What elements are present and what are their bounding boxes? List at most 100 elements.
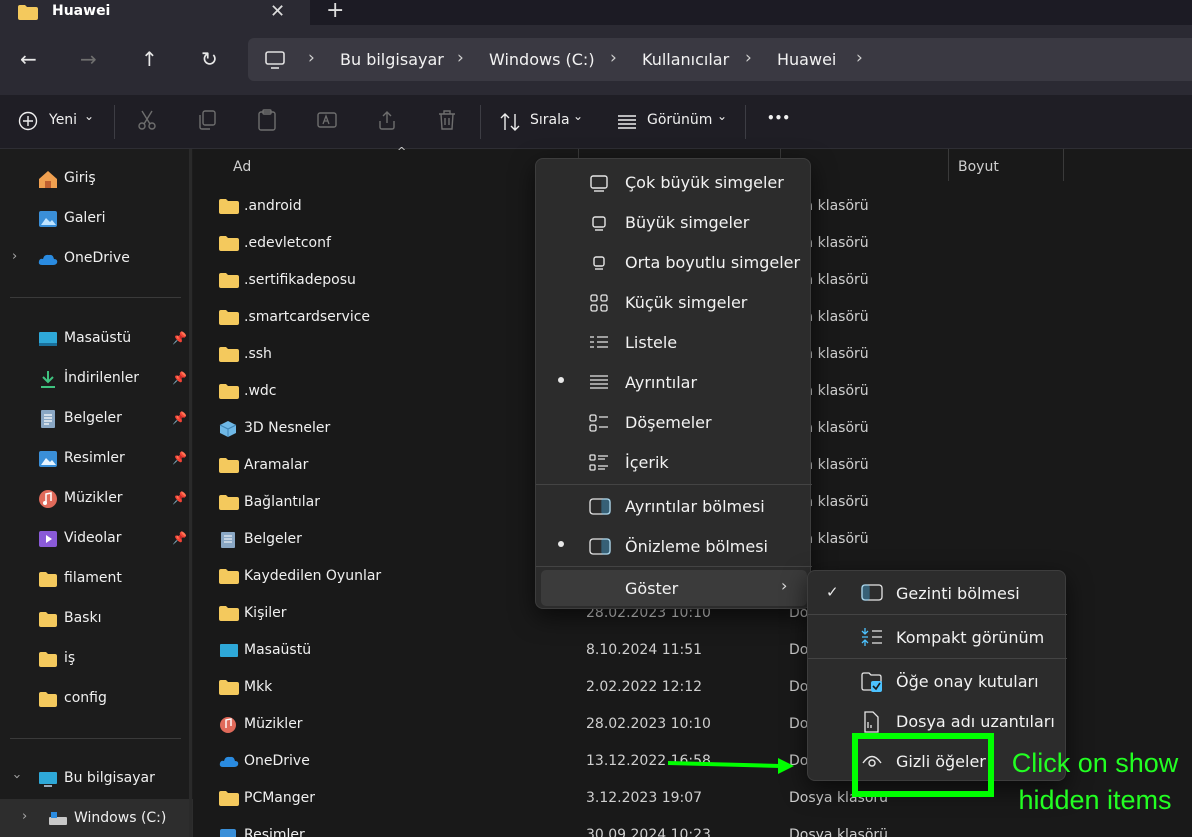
sidebar-item-config[interactable]: config (0, 679, 193, 719)
menu-item-content[interactable]: İçerik (536, 442, 812, 482)
column-separator[interactable] (1063, 149, 1064, 181)
file-date: 8.10.2024 11:51 (586, 642, 703, 658)
medium-icons-icon (593, 256, 605, 270)
pin-icon[interactable]: 📌 (172, 331, 187, 345)
document-icon (219, 531, 237, 553)
sidebar-item-music[interactable]: Müzikler 📌 (0, 479, 193, 519)
view-button[interactable]: Görünüm (647, 112, 712, 128)
menu-item-show[interactable]: Göster › (541, 570, 807, 606)
sidebar-item-filament[interactable]: filament (0, 559, 193, 599)
pin-icon[interactable]: 📌 (172, 531, 187, 545)
file-name: Kaydedilen Oyunlar (244, 568, 382, 584)
up-button[interactable]: ↑ (141, 47, 158, 71)
menu-item-label: Küçük simgeler (625, 293, 748, 312)
menu-item-preview-pane[interactable]: Önizleme bölmesi (536, 526, 812, 566)
submenu-item-item-checkboxes[interactable]: Öğe onay kutuları (808, 661, 1067, 701)
new-tab-button[interactable]: + (326, 0, 344, 23)
annotation-text: Click on show hidden items (998, 745, 1192, 819)
column-header-name[interactable]: Ad (233, 159, 251, 175)
menu-separator (808, 614, 1067, 615)
sidebar-item-documents[interactable]: Belgeler 📌 (0, 399, 193, 439)
menu-item-details-pane[interactable]: Ayrıntılar bölmesi (536, 486, 812, 526)
chevron-down-icon[interactable]: ⌄ (84, 109, 94, 123)
submenu-item-navigation-pane[interactable]: ✓ Gezinti bölmesi (808, 573, 1067, 613)
refresh-button[interactable]: ↻ (201, 47, 218, 71)
sidebar-item-windows-c[interactable]: › Windows (C:) (0, 799, 193, 837)
delete-icon[interactable] (437, 109, 457, 131)
sort-button[interactable]: Sırala (530, 112, 570, 128)
menu-item-label: Büyük simgeler (625, 213, 750, 232)
drive-icon (49, 812, 67, 825)
sidebar-item-pictures[interactable]: Resimler 📌 (0, 439, 193, 479)
close-tab-icon[interactable]: ✕ (270, 1, 285, 22)
menu-item-label: Ayrıntılar (625, 373, 698, 392)
sidebar-item-downloads[interactable]: İndirilenler 📌 (0, 359, 193, 399)
breadcrumb-huawei[interactable]: Huawei (777, 50, 836, 69)
pin-icon[interactable]: 📌 (172, 411, 187, 425)
menu-item-large-icons[interactable]: Büyük simgeler (536, 202, 812, 242)
chevron-right-icon[interactable]: › (610, 48, 617, 68)
sidebar-item-this-pc[interactable]: › Bu bilgisayar (0, 759, 193, 799)
chevron-right-icon[interactable]: › (22, 809, 27, 824)
chevron-down-icon[interactable]: › (9, 774, 24, 779)
chevron-right-icon[interactable]: › (308, 48, 315, 68)
chevron-right-icon[interactable]: › (856, 48, 863, 68)
annotation-line-1: Click on show (1011, 748, 1179, 778)
back-button[interactable]: ← (20, 47, 37, 71)
sidebar-item-videos[interactable]: Videolar 📌 (0, 519, 193, 559)
sidebar-item-is[interactable]: iş (0, 639, 193, 679)
pin-icon[interactable]: 📌 (172, 371, 187, 385)
tab-huawei[interactable]: Huawei ✕ (0, 0, 310, 25)
file-name: Aramalar (244, 457, 309, 473)
sidebar-item-baski[interactable]: Baskı (0, 599, 193, 639)
details-icon (590, 375, 608, 389)
share-icon[interactable] (377, 109, 397, 131)
sidebar-scrollbar[interactable] (189, 149, 192, 837)
column-separator[interactable] (948, 149, 949, 181)
sidebar-item-label: Bu bilgisayar (64, 770, 155, 786)
menu-item-label: Listele (625, 333, 678, 352)
sidebar-item-gallery[interactable]: Galeri (0, 199, 193, 239)
menu-item-medium-icons[interactable]: Orta boyutlu simgeler (536, 242, 812, 282)
sidebar-item-label: Resimler (64, 450, 125, 466)
file-date: 28.02.2023 10:10 (586, 716, 711, 732)
pin-icon[interactable]: 📌 (172, 491, 187, 505)
file-row[interactable]: Resimler 30.09.2024 10:23 Dosya klasörü (193, 817, 1192, 837)
menu-item-tiles[interactable]: Döşemeler (536, 402, 812, 442)
menu-item-details[interactable]: Ayrıntılar (536, 362, 812, 402)
submenu-item-compact-view[interactable]: Kompakt görünüm (808, 617, 1067, 657)
rename-icon[interactable] (317, 109, 337, 131)
chevron-down-icon[interactable]: ⌄ (573, 109, 583, 123)
address-bar[interactable]: › Bu bilgisayar › Windows (C:) › Kullanı… (248, 38, 1192, 81)
menu-item-small-icons[interactable]: Küçük simgeler (536, 282, 812, 322)
sidebar-item-desktop[interactable]: Masaüstü 📌 (0, 319, 193, 359)
cut-icon[interactable] (137, 109, 157, 131)
new-button[interactable]: Yeni (49, 112, 77, 128)
pin-icon[interactable]: 📌 (172, 451, 187, 465)
menu-item-list[interactable]: Listele (536, 322, 812, 362)
folder-icon (219, 679, 239, 699)
menu-item-extra-large-icons[interactable]: Çok büyük simgeler (536, 162, 812, 202)
sidebar-item-home[interactable]: Giriş (0, 159, 193, 199)
home-icon (39, 171, 57, 188)
menu-item-label: Orta boyutlu simgeler (625, 253, 801, 272)
file-name: .ssh (244, 346, 272, 362)
breadcrumb-users[interactable]: Kullanıcılar (642, 50, 729, 69)
selected-indicator (558, 377, 564, 383)
chevron-down-icon[interactable]: ⌄ (717, 109, 727, 123)
more-options-button[interactable]: ••• (767, 111, 790, 125)
command-bar: Yeni ⌄ Sırala ⌄ Görünüm ⌄ ••• (0, 95, 1192, 149)
chevron-right-icon[interactable]: › (745, 48, 752, 68)
folder-icon (219, 790, 239, 810)
copy-icon[interactable] (197, 109, 217, 131)
sidebar-item-onedrive[interactable]: › OneDrive (0, 239, 193, 279)
forward-button[interactable]: → (80, 47, 97, 71)
preview-pane-icon (589, 538, 611, 555)
breadcrumb-windows-c[interactable]: Windows (C:) (489, 50, 595, 69)
paste-icon[interactable] (257, 109, 277, 131)
column-header-size[interactable]: Boyut (958, 159, 999, 175)
music-icon (219, 716, 237, 738)
chevron-right-icon[interactable]: › (457, 48, 464, 68)
chevron-right-icon[interactable]: › (12, 249, 17, 264)
breadcrumb-this-pc[interactable]: Bu bilgisayar (340, 50, 444, 69)
